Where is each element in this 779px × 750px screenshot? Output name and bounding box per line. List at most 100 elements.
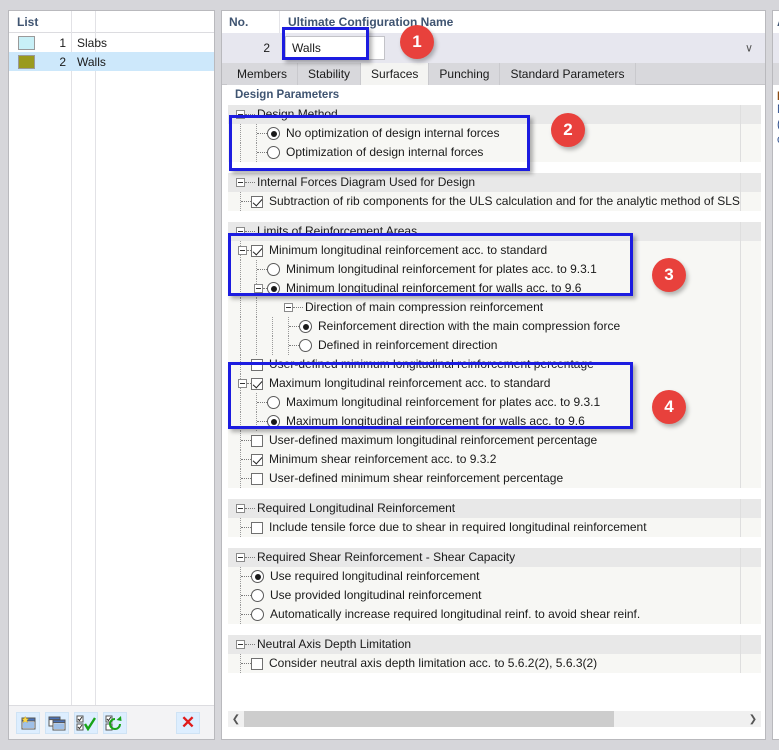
- tab-punching[interactable]: Punching: [429, 63, 501, 85]
- radio-row-defined-in-reinforcement-direction[interactable]: Defined in reinforcement direction: [228, 336, 761, 355]
- reset-selection-button[interactable]: [103, 711, 127, 734]
- checkbox-unchecked-icon[interactable]: [251, 657, 263, 670]
- tree-connector: [245, 508, 255, 509]
- scroll-right-arrow-icon[interactable]: ❯: [745, 711, 761, 727]
- checkbox-checked-icon[interactable]: [251, 377, 263, 390]
- collapse-expander-icon[interactable]: [236, 110, 245, 119]
- radio-row-reinforcement-direction-with-the-main-compression-fo[interactable]: Reinforcement direction with the main co…: [228, 317, 761, 336]
- adjacent-panel-sliver: A D N ( c: [772, 10, 779, 740]
- tree-group-internal-forces-diagram-used-for-design[interactable]: Internal Forces Diagram Used for Design: [228, 173, 761, 192]
- radio-row-use-required-longitudinal-reinforcement[interactable]: Use required longitudinal reinforcement: [228, 567, 761, 586]
- radio-selected-icon[interactable]: [267, 415, 280, 428]
- tree-subgroup-direction-of-main-compression-reinforcement[interactable]: Direction of main compression reinforcem…: [228, 298, 761, 317]
- checkbox-checked-icon[interactable]: [251, 453, 263, 466]
- radio-unselected-icon[interactable]: [299, 339, 312, 352]
- checkbox-row-subtraction-of-rib-components-for-the-uls-calculatio[interactable]: Subtraction of rib components for the UL…: [228, 192, 761, 211]
- radio-selected-icon[interactable]: [251, 570, 264, 583]
- tree-group-design-method[interactable]: Design Method: [228, 105, 761, 124]
- checkbox-row-include-tensile-force-due-to-shear-in-required-longi[interactable]: Include tensile force due to shear in re…: [228, 518, 761, 537]
- tree-connector: [241, 440, 251, 441]
- radio-row-no-optimization-of-design-internal-forces[interactable]: No optimization of design internal force…: [228, 124, 761, 143]
- radio-label: Automatically increase required longitud…: [270, 607, 641, 621]
- tree-column-divider: [740, 355, 741, 374]
- tree-group-limits-of-reinforcement-areas[interactable]: Limits of Reinforcement Areas: [228, 222, 761, 241]
- collapse-expander-icon[interactable]: [284, 303, 293, 312]
- tree-guide-line: [256, 260, 257, 279]
- delete-configuration-button[interactable]: ✕: [176, 711, 200, 734]
- tab-stability[interactable]: Stability: [298, 63, 362, 85]
- checkbox-label: Minimum longitudinal reinforcement acc. …: [269, 243, 548, 257]
- checkbox-row-consider-neutral-axis-depth-limitation-acc-to-5-6-2-[interactable]: Consider neutral axis depth limitation a…: [228, 654, 761, 673]
- radio-unselected-icon[interactable]: [267, 263, 280, 276]
- radio-row-automatically-increase-required-longitudinal-reinf-t[interactable]: Automatically increase required longitud…: [228, 605, 761, 624]
- copy-configuration-button[interactable]: [45, 711, 69, 734]
- new-configuration-button[interactable]: [16, 711, 40, 734]
- checkbox-checked-icon[interactable]: [251, 244, 263, 257]
- list-header-label: List: [9, 11, 214, 33]
- radio-unselected-icon[interactable]: [267, 396, 280, 409]
- configuration-number: 2: [222, 33, 279, 63]
- scroll-left-arrow-icon[interactable]: ❮: [228, 711, 244, 727]
- scrollbar-thumb[interactable]: [244, 711, 614, 727]
- radio-row-use-provided-longitudinal-reinforcement[interactable]: Use provided longitudinal reinforcement: [228, 586, 761, 605]
- chevron-down-icon[interactable]: ∨: [745, 42, 753, 55]
- checkbox-check-icon: [76, 715, 96, 731]
- checkbox-row-user-defined-maximum-longitudinal-reinforcement-perc[interactable]: User-defined maximum longitudinal reinfo…: [228, 431, 761, 450]
- checkbox-label: Consider neutral axis depth limitation a…: [269, 656, 598, 670]
- horizontal-scrollbar[interactable]: ❮ ❯: [228, 711, 761, 727]
- checkbox-unchecked-icon[interactable]: [251, 521, 263, 534]
- tab-standard-parameters[interactable]: Standard Parameters: [500, 63, 636, 85]
- collapse-expander-icon[interactable]: [236, 227, 245, 236]
- checkbox-row-user-defined-minimum-longitudinal-reinforcement-perc[interactable]: User-defined minimum longitudinal reinfo…: [228, 355, 761, 374]
- configuration-name-cell[interactable]: Walls ∨: [279, 33, 765, 63]
- scrollbar-track[interactable]: [244, 711, 745, 727]
- application-window: List 1 Slabs 2 Walls ✕ No. Ultimate Conf…: [0, 0, 779, 750]
- tab-bar: Members Stability Surfaces Punching Stan…: [222, 63, 765, 85]
- checkbox-unchecked-icon[interactable]: [251, 434, 263, 447]
- tree-column-divider: [740, 567, 741, 586]
- radio-unselected-icon[interactable]: [251, 608, 264, 621]
- tree-guide-line: [288, 336, 289, 355]
- annotation-badge-3: 3: [652, 258, 686, 292]
- radio-unselected-icon[interactable]: [251, 589, 264, 602]
- checkbox-checked-icon[interactable]: [251, 195, 263, 208]
- list-item[interactable]: 2 Walls: [9, 52, 214, 71]
- checkbox-row-maximum-longitudinal-reinforcement-acc-to-standard[interactable]: Maximum longitudinal reinforcement acc. …: [228, 374, 761, 393]
- tree-column-divider: [740, 279, 741, 298]
- collapse-expander-icon[interactable]: [236, 178, 245, 187]
- tree-group-neutral-axis-depth-limitation[interactable]: Neutral Axis Depth Limitation: [228, 635, 761, 654]
- checkbox-row-minimum-longitudinal-reinforcement-acc-to-standard[interactable]: Minimum longitudinal reinforcement acc. …: [228, 241, 761, 260]
- collapse-expander-icon[interactable]: [238, 246, 247, 255]
- collapse-expander-icon[interactable]: [254, 284, 263, 293]
- checkbox-unchecked-icon[interactable]: [251, 472, 263, 485]
- apply-all-button[interactable]: [74, 711, 98, 734]
- configuration-name-input[interactable]: Walls: [285, 36, 385, 60]
- radio-selected-icon[interactable]: [267, 127, 280, 140]
- list-item[interactable]: 1 Slabs: [9, 33, 214, 52]
- tree-subgroup-label: Direction of main compression reinforcem…: [305, 300, 544, 314]
- tree-column-divider: [740, 431, 741, 450]
- radio-selected-icon[interactable]: [299, 320, 312, 333]
- checkbox-row-user-defined-minimum-shear-reinforcement-percentage[interactable]: User-defined minimum shear reinforcement…: [228, 469, 761, 488]
- radio-unselected-icon[interactable]: [267, 146, 280, 159]
- tree-connector: [241, 595, 251, 596]
- tree-connector: [241, 527, 251, 528]
- tab-surfaces[interactable]: Surfaces: [361, 63, 430, 85]
- collapse-expander-icon[interactable]: [236, 553, 245, 562]
- radio-row-optimization-of-design-internal-forces[interactable]: Optimization of design internal forces: [228, 143, 761, 162]
- checkbox-unchecked-icon[interactable]: [251, 358, 263, 371]
- tab-members[interactable]: Members: [227, 63, 299, 85]
- tree-group-required-shear-reinforcement-shear-capacity[interactable]: Required Shear Reinforcement - Shear Cap…: [228, 548, 761, 567]
- checkbox-label: User-defined minimum shear reinforcement…: [269, 471, 564, 485]
- collapse-expander-icon[interactable]: [238, 379, 247, 388]
- collapse-expander-icon[interactable]: [236, 504, 245, 513]
- checkbox-row-minimum-shear-reinforcement-acc-to-9-3-2[interactable]: Minimum shear reinforcement acc. to 9.3.…: [228, 450, 761, 469]
- radio-label: Use provided longitudinal reinforcement: [270, 588, 482, 602]
- checkbox-label: User-defined minimum longitudinal reinfo…: [269, 357, 594, 371]
- tree-column-divider: [740, 469, 741, 488]
- copy-window-icon: [48, 716, 66, 730]
- radio-selected-icon[interactable]: [267, 282, 280, 295]
- collapse-expander-icon[interactable]: [236, 640, 245, 649]
- tree-group-label: Required Longitudinal Reinforcement: [257, 501, 456, 515]
- tree-group-required-longitudinal-reinforcement[interactable]: Required Longitudinal Reinforcement: [228, 499, 761, 518]
